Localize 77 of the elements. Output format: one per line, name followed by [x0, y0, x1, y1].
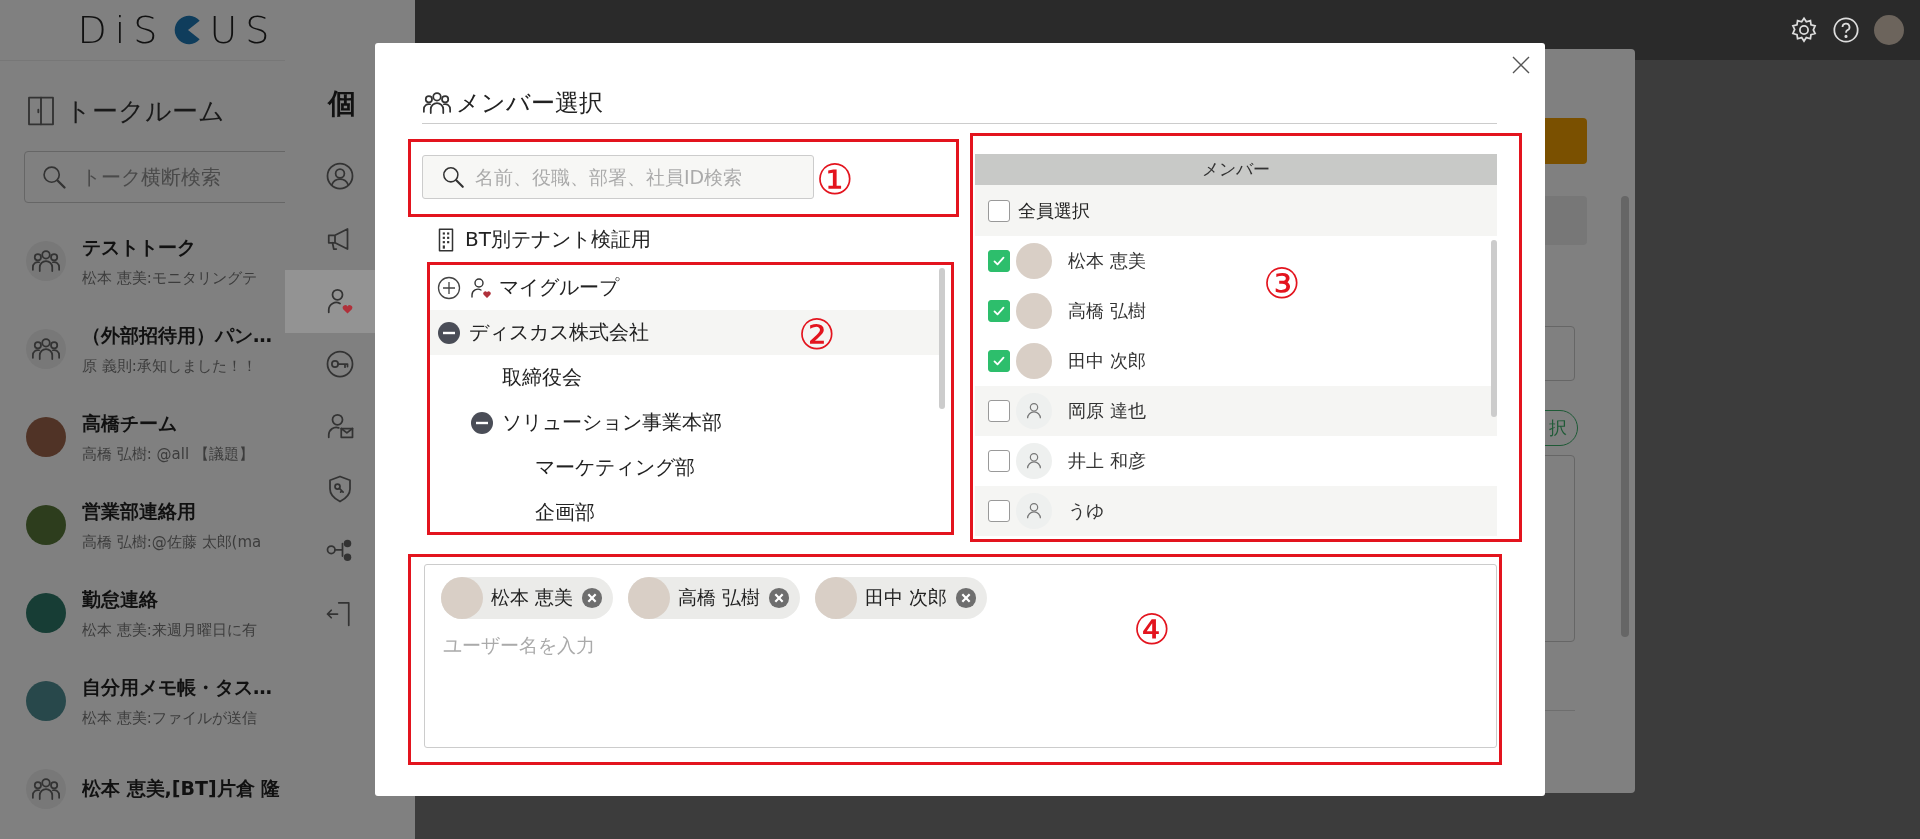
member-row[interactable]: 岡原 達也	[975, 386, 1497, 436]
collapse-icon[interactable]	[437, 320, 461, 345]
checkbox[interactable]	[988, 400, 1010, 422]
avatar	[441, 577, 483, 619]
scrollbar[interactable]	[939, 268, 945, 409]
tree-item[interactable]: 企画部	[430, 490, 940, 535]
group-avatar-icon	[26, 241, 66, 281]
column-header: メンバー	[975, 154, 1497, 185]
panel-title: 個	[328, 87, 356, 120]
room-title: テストトーク	[82, 234, 197, 260]
person-avatar-icon	[1016, 393, 1052, 429]
avatar	[1016, 243, 1052, 279]
room-title: 松本 恵美,[BT]片倉 隆	[82, 776, 282, 801]
avatar	[1016, 293, 1052, 329]
tenant-name: BT別テナント検証用	[465, 226, 651, 253]
menu-item[interactable]	[285, 270, 375, 333]
scrollbar[interactable]	[1621, 196, 1629, 637]
room-preview: 原 義則:承知しました！！	[82, 356, 258, 376]
tree-item[interactable]: ソリューション事業本部	[430, 400, 940, 445]
tree-item[interactable]: マーケティング部	[430, 445, 940, 490]
checkbox[interactable]	[988, 300, 1010, 322]
remove-icon[interactable]	[955, 587, 978, 609]
member-name: 高橋 弘樹	[1068, 299, 1146, 323]
annotation-number: ③	[1263, 260, 1301, 308]
checkbox[interactable]	[988, 199, 1010, 222]
checkbox[interactable]	[988, 250, 1010, 272]
checkbox[interactable]	[988, 350, 1010, 372]
member-name: 岡原 達也	[1068, 399, 1146, 423]
logo-text: US	[209, 8, 278, 52]
user-icon	[325, 161, 355, 192]
checkbox[interactable]	[988, 450, 1010, 472]
room-preview: 高橋 弘樹:@佐藤 太郎(ma	[82, 532, 263, 552]
checkbox-label: 全員選択	[1018, 198, 1090, 223]
user-chip[interactable]: 松本 恵美	[441, 577, 614, 619]
room-title: （外部招待用）パン…	[82, 322, 273, 348]
room-title: 高橋チーム	[82, 410, 178, 436]
annotation-number: ①	[816, 156, 854, 204]
room-title: 自分用メモ帳・タス…	[82, 674, 273, 700]
room-preview: 高橋 弘樹: @all 【議題】	[82, 444, 255, 464]
search-icon	[440, 164, 466, 190]
scrollbar[interactable]	[1491, 240, 1497, 417]
room-preview: 松本 恵美:ファイルが送信	[82, 708, 258, 728]
avatar	[1016, 343, 1052, 379]
dialog-title: メンバー選択	[456, 88, 603, 119]
user-chip[interactable]: 田中 次郎	[815, 577, 988, 619]
member-name: 田中 次郎	[1068, 349, 1146, 373]
user-chip[interactable]: 高橋 弘樹	[628, 577, 801, 619]
search-icon	[40, 163, 68, 191]
avatar[interactable]	[1874, 15, 1904, 45]
expand-icon[interactable]	[437, 275, 461, 300]
room-preview: 松本 恵美:モニタリングテ	[82, 268, 258, 288]
avatar	[628, 577, 671, 619]
member-row[interactable]: うゆ	[975, 486, 1497, 536]
logo-text: DiS	[77, 8, 166, 52]
group-avatar-icon	[26, 769, 66, 809]
member-name: 松本 恵美	[1068, 249, 1146, 273]
help-icon[interactable]	[1832, 16, 1860, 44]
room-preview: 松本 恵美:来週月曜日に有	[82, 620, 258, 640]
tree-item[interactable]: マイグループ	[430, 265, 940, 310]
collapse-icon[interactable]	[470, 410, 494, 435]
user-heart-icon	[469, 275, 493, 300]
person-avatar-icon	[1016, 443, 1052, 479]
avatar	[815, 577, 858, 619]
room-title: 勤怠連絡	[82, 586, 159, 612]
member-name: うゆ	[1068, 499, 1104, 523]
room-title: 営業部連絡用	[82, 498, 197, 524]
group-avatar-icon	[26, 329, 66, 369]
sidebar-title: トークルーム	[65, 94, 225, 128]
person-avatar-icon	[1016, 493, 1052, 529]
name-input[interactable]: ユーザー名を入力	[441, 633, 1045, 657]
checkbox[interactable]	[988, 500, 1010, 522]
key-icon	[325, 348, 355, 379]
remove-icon[interactable]	[581, 587, 604, 609]
member-name: 井上 和彦	[1068, 449, 1146, 473]
remove-icon[interactable]	[768, 587, 791, 609]
annotation-number: ④	[1133, 606, 1171, 654]
settings-icon[interactable]	[1790, 16, 1818, 44]
